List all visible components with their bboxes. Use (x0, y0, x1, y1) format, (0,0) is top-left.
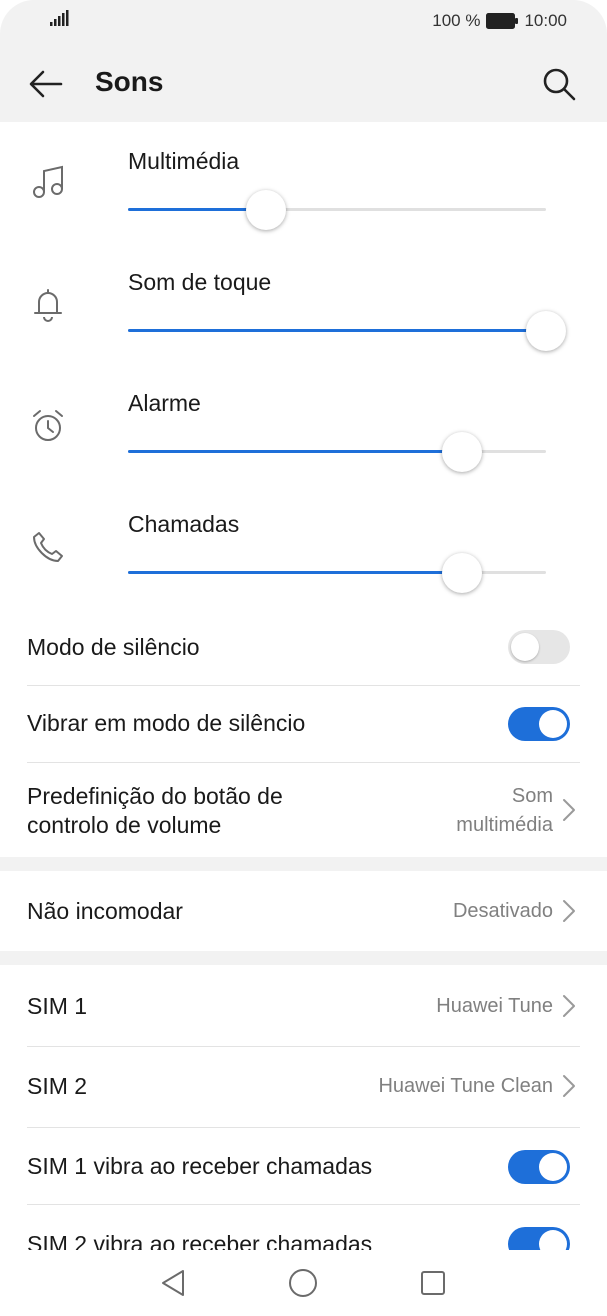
volume-label: Som de toque (128, 269, 272, 295)
chevron-right-icon (563, 1075, 575, 1097)
search-icon[interactable] (537, 62, 581, 106)
phone-screen: 100 % 10:00 Sons Multimédia Som de toque… (0, 0, 607, 1316)
slider-fill (128, 571, 462, 574)
do-not-disturb-label: Não incomodar (27, 898, 183, 924)
phone-icon (28, 527, 68, 567)
back-arrow-icon[interactable] (26, 64, 66, 104)
volume-label: Multimédia (128, 148, 240, 174)
volume-button-value-line1: Som (511, 785, 553, 807)
sim1-vibrate-row[interactable]: SIM 1 vibra ao receber chamadas (0, 1128, 607, 1204)
slider-thumb[interactable] (442, 553, 482, 593)
page-title: Sons (95, 66, 164, 97)
battery-percent: 100 % (432, 11, 481, 30)
slider-thumb[interactable] (442, 432, 482, 472)
recents-square-icon[interactable] (418, 1268, 448, 1298)
sim1-label: SIM 1 (27, 993, 88, 1019)
slider-thumb[interactable] (246, 190, 286, 230)
volume-button-default-row[interactable]: Predefinição do botão de controlo de vol… (0, 763, 607, 857)
slider-fill (128, 329, 546, 332)
chevron-right-icon (563, 995, 575, 1017)
sim2-value: Huawei Tune Clean (378, 1075, 553, 1097)
slider-fill (128, 450, 462, 453)
status-bar: 100 % 10:00 (0, 0, 607, 44)
chevron-right-icon (563, 900, 575, 922)
toggle-knob (539, 1153, 567, 1181)
volume-label: Alarme (128, 390, 201, 416)
chevron-right-icon (563, 799, 575, 821)
volume-button-label-line2: controlo de volume (27, 812, 222, 838)
sim1-value: Huawei Tune (436, 995, 553, 1017)
navigation-bar (0, 1250, 607, 1316)
battery-icon (486, 13, 519, 29)
volume-slider-alarm[interactable] (128, 432, 546, 472)
section-gap (0, 857, 607, 871)
music-note-icon (28, 162, 68, 202)
signal-icon (50, 10, 72, 31)
sim1-ringtone-row[interactable]: SIM 1 Huawei Tune (0, 965, 607, 1046)
sim1-vibrate-label: SIM 1 vibra ao receber chamadas (27, 1153, 373, 1179)
slider-thumb[interactable] (526, 311, 566, 351)
toggle-knob (539, 710, 567, 738)
alarm-clock-icon (28, 406, 68, 446)
home-circle-icon[interactable] (288, 1268, 318, 1298)
volume-slider-multimedia[interactable] (128, 190, 546, 230)
sim2-ringtone-row[interactable]: SIM 2 Huawei Tune Clean (0, 1047, 607, 1127)
toggle-knob (511, 633, 539, 661)
volume-row-alarm: Alarme (0, 364, 607, 485)
volume-row-ringtone: Som de toque (0, 243, 607, 364)
silent-mode-row[interactable]: Modo de silêncio (0, 608, 607, 686)
vibrate-silent-row[interactable]: Vibrar em modo de silêncio (0, 686, 607, 762)
volume-button-label-line1: Predefinição do botão de (27, 783, 283, 809)
silent-mode-toggle[interactable] (508, 630, 570, 664)
section-gap (0, 951, 607, 965)
sim2-label: SIM 2 (27, 1073, 88, 1099)
back-triangle-icon[interactable] (158, 1268, 188, 1298)
sim1-vibrate-toggle[interactable] (508, 1150, 570, 1184)
volume-button-value-line2: multimédia (456, 814, 553, 836)
status-time: 10:00 (524, 11, 567, 30)
vibrate-silent-toggle[interactable] (508, 707, 570, 741)
silent-mode-label: Modo de silêncio (27, 634, 200, 660)
volume-slider-calls[interactable] (128, 553, 546, 593)
do-not-disturb-value: Desativado (452, 900, 553, 922)
volume-slider-ringtone[interactable] (128, 311, 566, 351)
volume-row-multimedia: Multimédia (0, 122, 607, 243)
do-not-disturb-row[interactable]: Não incomodar Desativado (0, 871, 607, 951)
volume-row-calls: Chamadas (0, 485, 607, 606)
volume-button-label: Predefinição do botão de controlo de vol… (27, 782, 283, 840)
app-bar: Sons (0, 44, 607, 122)
volume-label: Chamadas (128, 511, 240, 537)
vibrate-silent-label: Vibrar em modo de silêncio (27, 710, 306, 736)
volume-button-value: Som multimédia (456, 782, 553, 840)
bell-icon (28, 285, 68, 325)
